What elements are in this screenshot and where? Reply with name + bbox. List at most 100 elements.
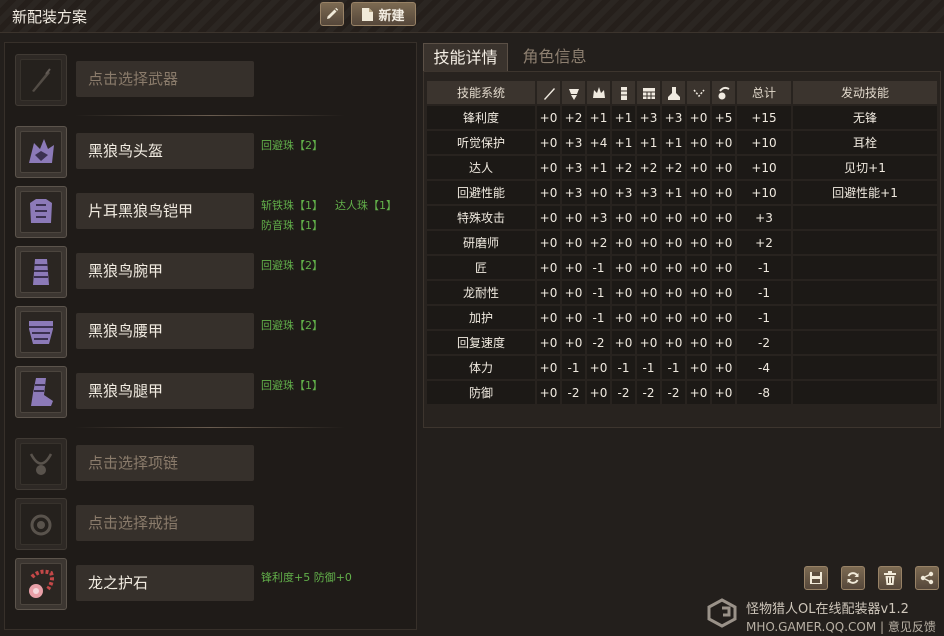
delete-button[interactable] [878,566,902,590]
necklace-slot[interactable]: 点击选择项链 [15,438,415,490]
tab-character-info[interactable]: 角色信息 [512,43,597,71]
ring-slot-icon[interactable] [15,498,67,550]
refresh-button[interactable] [841,566,865,590]
arms-icon [33,259,49,285]
share-button[interactable] [915,566,939,590]
skill-total: -1 [737,256,791,279]
skill-total: +10 [737,131,791,154]
chest-slot[interactable]: 片耳黑狼鸟铠甲 斩铁珠【1】 达人珠【1】 防音珠【1】 [15,186,415,238]
necklace-slot-icon[interactable] [15,438,67,490]
skill-point-value: +0 [712,156,735,179]
trash-icon [884,571,896,585]
talisman-slot-icon[interactable] [15,558,67,610]
skill-point-value: +2 [587,231,610,254]
feedback-link[interactable]: 意见反馈 [888,620,936,634]
legs-slot[interactable]: 黑狼鸟腿甲 回避珠【1】 [15,366,415,418]
table-row: 匠 +0 +0 -1 +0 +0 +0 +0 +0 -1 [427,256,937,279]
skill-point-value: +0 [687,381,710,404]
activated-skill [793,356,937,379]
skill-point-value: +0 [662,231,685,254]
skill-point-value: +1 [612,106,635,129]
skill-total: +15 [737,106,791,129]
skill-point-value: +0 [537,356,560,379]
skill-point-value: +0 [587,181,610,204]
arms-slot[interactable]: 黑狼鸟腕甲 回避珠【2】 [15,246,415,298]
new-build-button[interactable]: 新建 [351,2,416,26]
activated-skill: 见切+1 [793,156,937,179]
arms-slot-icon[interactable] [15,246,67,298]
skill-point-value: +0 [687,256,710,279]
skill-total: -4 [737,356,791,379]
chest-icon [30,199,52,223]
table-row: 特殊攻击 +0 +0 +3 +0 +0 +0 +0 +0 +3 [427,206,937,229]
skill-point-value: +0 [562,206,585,229]
skill-point-value: +0 [687,331,710,354]
skill-system-name: 听觉保护 [427,131,535,154]
skill-point-value: +0 [687,131,710,154]
legs-name[interactable]: 黑狼鸟腿甲 [76,373,254,409]
jewel-label: 回避珠【1】 [261,379,323,392]
table-row: 回避性能 +0 +3 +0 +3 +3 +1 +0 +0 +10 回避性能+1 [427,181,937,204]
table-row: 龙耐性 +0 +0 -1 +0 +0 +0 +0 +0 -1 [427,281,937,304]
talisman-slot[interactable]: 龙之护石 锋利度+5 防御+0 [15,558,415,610]
skill-total: -8 [737,381,791,404]
weapon-select-label[interactable]: 点击选择武器 [76,61,254,97]
skill-system-name: 回避性能 [427,181,535,204]
skill-point-value: +3 [562,131,585,154]
skill-point-value: +0 [637,281,660,304]
skill-total: +3 [737,206,791,229]
talisman-icon [29,569,54,598]
footer-site-link[interactable]: MHO.GAMER.QQ.COM [746,620,876,634]
edit-title-button[interactable] [320,2,344,26]
chest-name[interactable]: 片耳黑狼鸟铠甲 [76,193,254,229]
skill-point-value: +3 [587,206,610,229]
skill-point-value: +0 [537,231,560,254]
arms-name[interactable]: 黑狼鸟腕甲 [76,253,254,289]
waist-name[interactable]: 黑狼鸟腰甲 [76,313,254,349]
helmet-slot-icon[interactable] [15,126,67,178]
skill-system-name: 回复速度 [427,331,535,354]
skill-point-value: +0 [562,306,585,329]
skill-point-value: +0 [712,256,735,279]
weapon-slot-icon[interactable] [15,54,67,106]
skill-point-value: +1 [612,131,635,154]
skill-point-value: +3 [562,156,585,179]
tab-skill-details[interactable]: 技能详情 [423,43,508,71]
skill-system-name: 锋利度 [427,106,535,129]
necklace-select-label[interactable]: 点击选择项链 [76,445,254,481]
weapon-slot[interactable]: 点击选择武器 [15,54,415,106]
skill-point-value: +0 [637,206,660,229]
save-button[interactable] [804,566,828,590]
activated-skill: 耳栓 [793,131,937,154]
save-icon [810,572,822,584]
ring-slot[interactable]: 点击选择戒指 [15,498,415,550]
skill-point-value: -2 [637,381,660,404]
legs-slot-icon[interactable] [15,366,67,418]
helmet-slot[interactable]: 黑狼鸟头盔 回避珠【2】 [15,126,415,178]
skill-point-value: +0 [687,156,710,179]
ring-select-label[interactable]: 点击选择戒指 [76,505,254,541]
skill-point-value: +0 [712,206,735,229]
skill-point-value: +0 [662,256,685,279]
skill-point-value: +0 [537,256,560,279]
table-row: 达人 +0 +3 +1 +2 +2 +2 +0 +0 +10 见切+1 [427,156,937,179]
build-title: 新配装方案 [12,8,88,26]
skill-point-value: +0 [662,281,685,304]
skill-point-value: +0 [612,281,635,304]
helmet-name[interactable]: 黑狼鸟头盔 [76,133,254,169]
activated-skill [793,231,937,254]
talisman-name[interactable]: 龙之护石 [76,565,254,601]
waist-slot[interactable]: 黑狼鸟腰甲 回避珠【2】 [15,306,415,358]
skill-point-value: +0 [612,306,635,329]
skill-point-value: +0 [562,231,585,254]
skill-system-name: 体力 [427,356,535,379]
skill-point-value: -1 [612,356,635,379]
skill-table-body: 锋利度 +0 +2 +1 +1 +3 +3 +0 +5 +15 无锋 听觉保护 +0 +3 +4 +1 +1 +1… [427,106,937,404]
skill-point-value: +0 [687,206,710,229]
chest-slot-icon[interactable] [15,186,67,238]
skill-point-value: -1 [562,356,585,379]
pencil-icon [327,7,339,19]
skill-point-value: -2 [587,331,610,354]
waist-slot-icon[interactable] [15,306,67,358]
header-waist [662,81,685,104]
